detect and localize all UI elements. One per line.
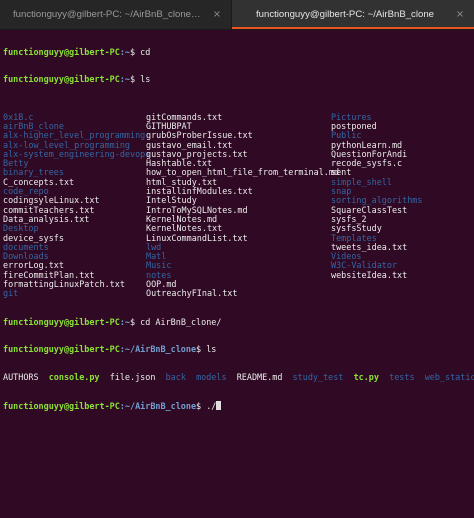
home-directory-listing: 0x1B.c airBnB_clone alx-higher_level_progr… <box>3 112 473 298</box>
directory-entry: web_static <box>424 372 474 383</box>
prompt-line: functionguyy@gilbert-PC:~$ cd <box>3 46 473 57</box>
prompt-line: functionguyy@gilbert-PC:~$ cd AirBnB_clo… <box>3 316 473 327</box>
close-icon[interactable]: × <box>454 8 466 20</box>
file-entry: LinuxCommandList.txt <box>146 232 248 243</box>
command-text: $ ls <box>196 344 217 355</box>
tab-web-static[interactable]: functionguyy@gilbert-PC: ~/AirBnB_clone/… <box>0 0 232 29</box>
file-entry: tc.py <box>353 372 390 383</box>
directory-entry: Matl <box>146 251 167 262</box>
terminal-window: functionguyy@gilbert-PC: ~/AirBnB_clone/… <box>0 0 474 518</box>
directory-entry: tests <box>389 372 425 383</box>
close-icon[interactable]: × <box>211 8 223 20</box>
text-cursor <box>216 401 222 411</box>
prompt-path: :~ <box>119 316 131 327</box>
prompt-user-host: functionguyy@gilbert-PC <box>3 344 120 355</box>
clone-directory-listing: AUTHORS console.py file.json back models… <box>3 372 474 383</box>
listing-column: 0x1B.c airBnB_clone alx-higher_level_progr… <box>3 112 150 299</box>
prompt-user-host: functionguyy@gilbert-PC <box>3 316 120 327</box>
file-entry: formattingLinuxPatch.txt <box>3 279 125 290</box>
tab-label: functionguyy@gilbert-PC: ~/AirBnB_clone <box>256 9 434 20</box>
command-text: $ cd <box>130 46 151 57</box>
terminal-output[interactable]: functionguyy@gilbert-PC:~$ cd functiongu… <box>3 29 474 429</box>
prompt-user-host: functionguyy@gilbert-PC <box>3 74 120 85</box>
tab-bar: functionguyy@gilbert-PC: ~/AirBnB_clone/… <box>0 0 474 30</box>
prompt-path: :~/AirBnB_clone <box>119 344 197 355</box>
file-entry: websiteIdea.txt <box>331 269 408 280</box>
file-entry: OutreachyFInal.txt <box>146 288 238 299</box>
directory-entry: git <box>3 288 19 299</box>
prompt-path: :~ <box>119 46 131 57</box>
command-input[interactable]: $ ./ <box>196 401 216 411</box>
directory-entry: study_test <box>292 372 354 383</box>
file-entry: README.md <box>236 372 293 383</box>
prompt-line: functionguyy@gilbert-PC:~/AirBnB_clone$ … <box>3 401 473 412</box>
tab-airbnb-clone[interactable]: functionguyy@gilbert-PC: ~/AirBnB_clone … <box>232 0 474 29</box>
listing-column: Pictures postponed Public pythonLearn.md Que… <box>331 112 422 280</box>
directory-entry: models <box>196 372 237 383</box>
listing-column: gitCommands.txt GITHUBPAT grubOsProberIssu… <box>146 112 339 299</box>
file-entry: AUTHORS <box>3 372 49 383</box>
directory-entry: lwd <box>146 241 162 252</box>
prompt-line: functionguyy@gilbert-PC:~$ ls <box>3 75 473 84</box>
directory-entry: back <box>165 372 197 383</box>
command-text: $ cd AirBnB_clone/ <box>130 316 222 327</box>
prompt-path: :~ <box>119 74 131 85</box>
prompt-path: :~/AirBnB_clone <box>119 401 197 412</box>
tab-label: functionguyy@gilbert-PC: ~/AirBnB_clone/… <box>13 9 203 20</box>
command-text: $ ls <box>130 74 151 85</box>
prompt-user-host: functionguyy@gilbert-PC <box>3 46 120 57</box>
prompt-user-host: functionguyy@gilbert-PC <box>3 401 120 412</box>
prompt-line: functionguyy@gilbert-PC:~/AirBnB_clone$ … <box>3 345 473 354</box>
directory-entry: Music <box>146 260 172 271</box>
file-entry: file.json <box>109 372 166 383</box>
file-entry: console.py <box>48 372 110 383</box>
